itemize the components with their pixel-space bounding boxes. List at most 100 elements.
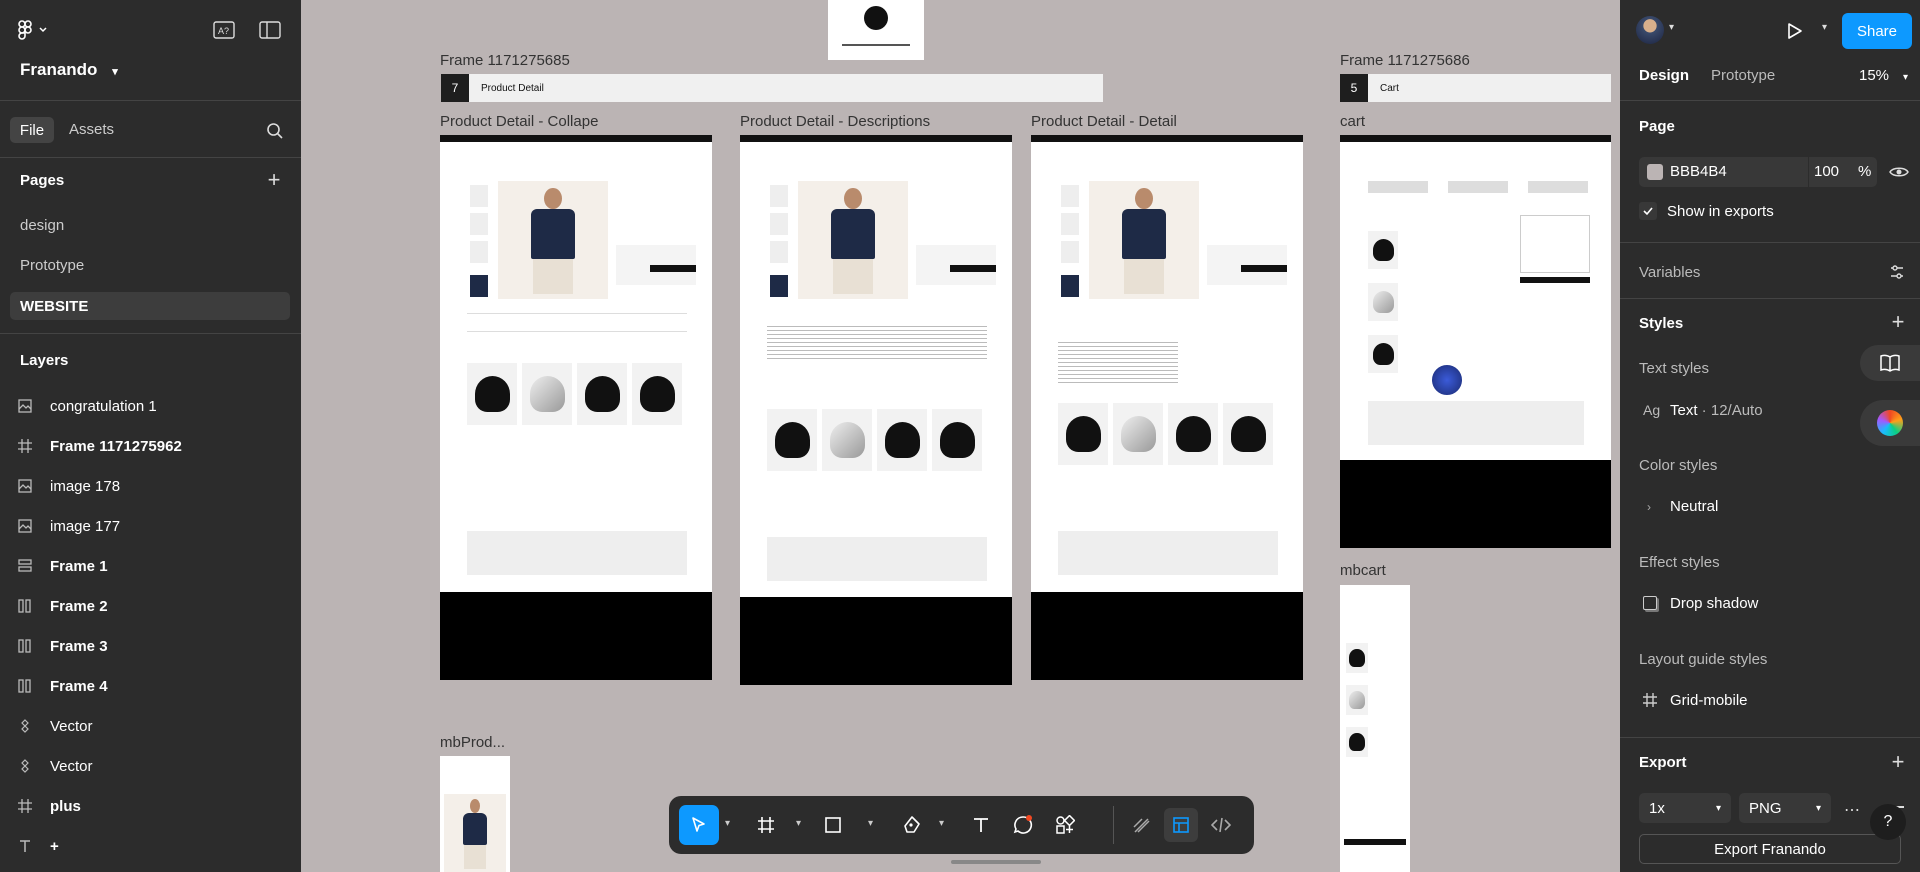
export-button[interactable]: Export Franando bbox=[1639, 834, 1901, 864]
chevron-down-icon[interactable]: ▾ bbox=[868, 818, 873, 829]
present-icon[interactable] bbox=[1784, 20, 1806, 42]
share-button[interactable]: Share bbox=[1842, 13, 1912, 49]
chevron-down-icon[interactable]: ▾ bbox=[1822, 22, 1827, 33]
effect-style-item[interactable]: Drop shadow bbox=[1670, 595, 1758, 612]
section-bar-product-detail[interactable]: 7 Product Detail bbox=[441, 74, 1103, 102]
frame-mbcart[interactable] bbox=[1340, 585, 1410, 872]
layer-item[interactable]: + bbox=[0, 826, 301, 866]
tab-prototype[interactable]: Prototype bbox=[1711, 67, 1775, 84]
tab-assets-label: Assets bbox=[69, 121, 115, 138]
ai-actions-icon[interactable]: A? bbox=[212, 19, 236, 41]
variables-settings-icon[interactable] bbox=[1886, 262, 1908, 282]
add-style-icon[interactable]: + bbox=[1888, 309, 1908, 334]
frame-title-cart[interactable]: cart bbox=[1340, 113, 1365, 130]
chevron-down-icon[interactable]: ▾ bbox=[725, 818, 730, 829]
layer-item[interactable]: plus bbox=[0, 786, 301, 826]
frame-title-mbcart[interactable]: mbcart bbox=[1340, 562, 1386, 579]
frame-icon bbox=[0, 799, 50, 813]
frame-title-right[interactable]: Frame 1171275686 bbox=[1340, 52, 1470, 69]
product-card bbox=[822, 409, 872, 471]
page-item-website[interactable]: WEBSITE bbox=[10, 292, 290, 320]
frame-cart[interactable] bbox=[1340, 135, 1611, 548]
frame-title-left[interactable]: Frame 1171275685 bbox=[440, 52, 570, 69]
search-icon[interactable] bbox=[264, 120, 286, 142]
layer-item[interactable]: Frame 4 bbox=[0, 666, 301, 706]
layer-item[interactable]: Vector bbox=[0, 706, 301, 746]
eye-icon[interactable] bbox=[1888, 162, 1910, 182]
section-bar-cart[interactable]: 5 Cart bbox=[1340, 74, 1611, 102]
shape-tool-button[interactable] bbox=[818, 810, 848, 840]
chevron-down-icon[interactable]: ▾ bbox=[796, 818, 801, 829]
show-in-exports-checkbox[interactable] bbox=[1639, 202, 1657, 220]
frame-title-mbprod[interactable]: mbProd... bbox=[440, 734, 505, 751]
text-styles-title: Text styles bbox=[1639, 360, 1709, 377]
color-swatch[interactable] bbox=[1647, 164, 1663, 180]
add-page-icon[interactable]: + bbox=[264, 167, 284, 192]
design-mode-button[interactable] bbox=[1164, 808, 1198, 842]
chevron-down-icon[interactable]: ▾ bbox=[1669, 22, 1674, 33]
add-export-icon[interactable]: + bbox=[1888, 749, 1908, 774]
horizontal-scrollbar[interactable] bbox=[951, 860, 1041, 864]
figma-menu-icon[interactable] bbox=[18, 18, 58, 42]
export-format-select[interactable]: PNG ▾ bbox=[1739, 793, 1831, 823]
export-scale-select[interactable]: 1x ▾ bbox=[1639, 793, 1731, 823]
plugin-panel-button[interactable] bbox=[1860, 400, 1920, 446]
page-footer bbox=[1340, 460, 1611, 548]
layer-item[interactable]: image 177 bbox=[0, 506, 301, 546]
frame-title-text: Frame 1171275685 bbox=[440, 52, 570, 69]
move-tool-button[interactable] bbox=[679, 805, 719, 845]
more-options-icon[interactable]: ⋯ bbox=[1844, 800, 1861, 820]
frame-title-detail[interactable]: Product Detail - Detail bbox=[1031, 113, 1177, 130]
frame-product-detail-descriptions[interactable] bbox=[740, 135, 1012, 685]
comment-tool-button[interactable] bbox=[1008, 810, 1038, 840]
layout-guide-item[interactable]: Grid-mobile bbox=[1670, 692, 1748, 709]
variables-title[interactable]: Variables bbox=[1639, 264, 1700, 281]
collaborator-avatar[interactable] bbox=[1430, 363, 1464, 397]
text-tool-button[interactable] bbox=[966, 810, 996, 840]
chevron-down-icon[interactable]: ▾ bbox=[939, 818, 944, 829]
help-button[interactable]: ? bbox=[1870, 804, 1906, 840]
draw-mode-button[interactable] bbox=[1127, 810, 1157, 840]
color-group-neutral[interactable]: Neutral bbox=[1670, 498, 1718, 515]
frame-icon bbox=[0, 439, 50, 453]
divider bbox=[0, 157, 301, 158]
layer-item[interactable]: Frame 1171275962 bbox=[0, 426, 301, 466]
frame-tool-button[interactable] bbox=[751, 810, 781, 840]
library-panel-button[interactable] bbox=[1860, 345, 1920, 381]
frame-title-descriptions[interactable]: Product Detail - Descriptions bbox=[740, 113, 930, 130]
layer-item[interactable]: Frame 2 bbox=[0, 586, 301, 626]
chevron-right-icon[interactable]: › bbox=[1647, 500, 1651, 514]
tab-file[interactable]: File bbox=[10, 117, 54, 143]
page-opacity[interactable]: 100 bbox=[1814, 163, 1839, 180]
layer-item[interactable]: Frame 3 bbox=[0, 626, 301, 666]
frame-title-collapse[interactable]: Product Detail - Collape bbox=[440, 113, 598, 130]
text-style-item[interactable]: Text · 12/Auto bbox=[1670, 402, 1763, 419]
accordion-line bbox=[467, 313, 687, 314]
text-styles-title-text: Text styles bbox=[1639, 360, 1710, 377]
frame-product-detail-collapse[interactable] bbox=[440, 135, 712, 680]
page-section-title: Page bbox=[1639, 118, 1675, 135]
layer-item[interactable]: Frame 1 bbox=[0, 546, 301, 586]
tab-prototype-label: Prototype bbox=[1711, 67, 1776, 84]
canvas[interactable]: Frame 1171275685 7 Product Detail Frame … bbox=[301, 0, 1620, 872]
product-card bbox=[522, 363, 572, 425]
layer-item[interactable]: Vector bbox=[0, 746, 301, 786]
dev-mode-button[interactable] bbox=[1206, 810, 1236, 840]
frame-product-detail-detail[interactable] bbox=[1031, 135, 1303, 680]
page-label: design bbox=[20, 217, 65, 234]
layer-item[interactable]: congratulation 1 bbox=[0, 386, 301, 426]
avatar[interactable] bbox=[1636, 16, 1664, 44]
frame-mbprod[interactable] bbox=[440, 756, 510, 872]
page-color-hex[interactable]: BBB4B4 bbox=[1670, 163, 1727, 180]
zoom-menu[interactable]: 15% ▾ bbox=[1859, 67, 1908, 84]
pen-tool-button[interactable] bbox=[897, 810, 927, 840]
tab-assets[interactable]: Assets bbox=[69, 121, 114, 138]
toggle-sidebar-icon[interactable] bbox=[257, 19, 283, 41]
page-item-prototype[interactable]: Prototype bbox=[20, 257, 84, 274]
page-item-design[interactable]: design bbox=[20, 217, 64, 234]
layer-item[interactable]: image 178 bbox=[0, 466, 301, 506]
congratulation-image[interactable] bbox=[828, 0, 924, 60]
actions-tool-button[interactable] bbox=[1050, 810, 1080, 840]
tab-design[interactable]: Design bbox=[1639, 67, 1689, 84]
project-name[interactable]: Franando ▾ bbox=[20, 60, 118, 80]
